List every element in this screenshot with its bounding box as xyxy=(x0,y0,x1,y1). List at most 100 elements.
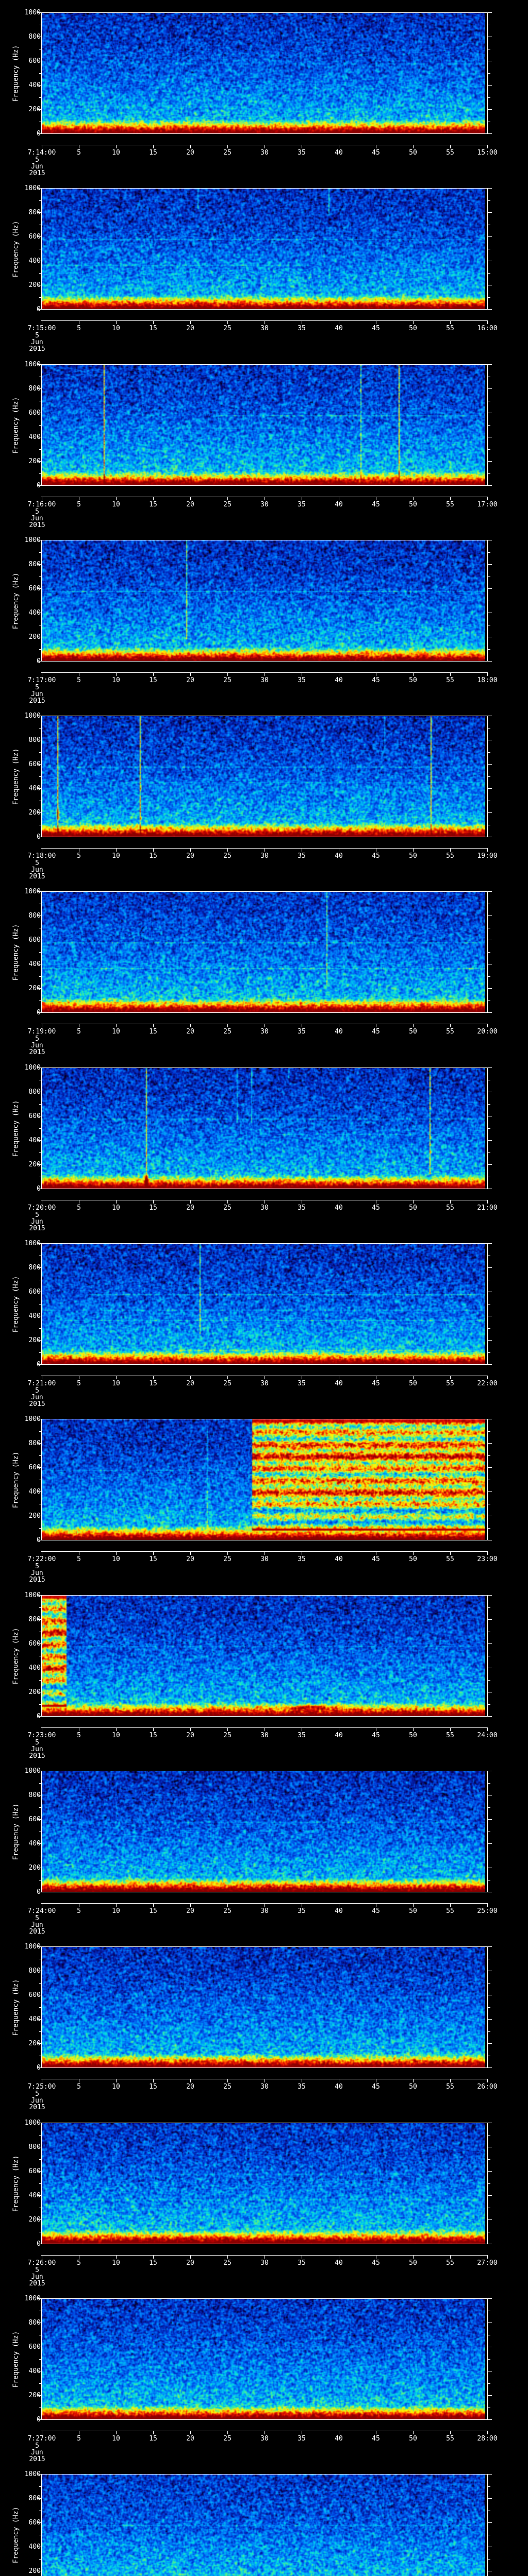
x-tick xyxy=(227,849,228,852)
y-tick-label: 600 xyxy=(28,409,41,417)
y-tick-minor-left xyxy=(39,97,41,98)
y-tick-label: 0 xyxy=(37,1185,41,1193)
y-tick-label: 600 xyxy=(28,1112,41,1120)
plot-border-left xyxy=(41,1595,42,1717)
plot-border-bottom xyxy=(41,2067,488,2068)
plot-border-bottom xyxy=(41,133,488,134)
y-tick-minor-left xyxy=(39,1431,41,1432)
x-tick xyxy=(450,497,451,500)
x-tick xyxy=(450,321,451,324)
x-tick xyxy=(153,1200,154,1204)
plot-border-top xyxy=(41,188,488,189)
y-tick-minor-left xyxy=(39,2559,41,2560)
y-tick-minor-right xyxy=(488,2159,490,2160)
y-tick-minor-right xyxy=(488,2183,490,2184)
y-tick-label: 0 xyxy=(37,2240,41,2248)
y-tick-label: 0 xyxy=(37,1536,41,1544)
x-tick xyxy=(227,2431,228,2434)
y-tick-label: 400 xyxy=(28,1137,41,1144)
y-tick-label: 1000 xyxy=(24,2119,41,2127)
y-tick-major-right xyxy=(488,2298,492,2299)
y-tick-label: 1000 xyxy=(24,712,41,720)
y-tick-major-right xyxy=(488,1643,492,1644)
y-tick-label: 0 xyxy=(37,1009,41,1016)
x-tick xyxy=(116,1552,117,1555)
y-tick-minor-left xyxy=(39,2007,41,2008)
x-tick xyxy=(413,2256,414,2259)
y-tick-minor-left xyxy=(39,2159,41,2160)
x-tick xyxy=(450,145,451,148)
y-tick-major-right xyxy=(488,2195,492,2196)
y-tick-minor-left xyxy=(39,649,41,650)
x-tick xyxy=(450,1904,451,1907)
x-tick xyxy=(190,1904,191,1907)
x-tick xyxy=(487,2431,488,2434)
y-tick-label: 600 xyxy=(28,1464,41,1471)
y-axis-title: Frequency (Hz) xyxy=(12,1803,20,1860)
y-tick-label: 1000 xyxy=(24,9,41,16)
y-tick-major-right xyxy=(488,2067,492,2068)
y-axis-title: Frequency (Hz) xyxy=(12,2155,20,2212)
y-tick-minor-left xyxy=(39,449,41,450)
y-tick-minor-left xyxy=(39,1704,41,1705)
y-tick-minor-right xyxy=(488,473,490,474)
x-tick xyxy=(413,673,414,676)
y-tick-label: 400 xyxy=(28,2367,41,2375)
y-tick-major-right xyxy=(488,388,492,389)
y-tick-minor-right xyxy=(488,1807,490,1808)
y-tick-major-right xyxy=(488,85,492,86)
x-tick xyxy=(153,1024,154,1027)
y-tick-label: 400 xyxy=(28,2192,41,2199)
x-tick xyxy=(190,145,191,148)
x-tick xyxy=(450,849,451,852)
spectrogram-canvas xyxy=(42,540,485,661)
x-tick xyxy=(450,1552,451,1555)
y-tick-minor-right xyxy=(488,1104,490,1105)
y-tick-minor-right xyxy=(488,1328,490,1329)
x-tick xyxy=(413,497,414,500)
y-tick-major-right xyxy=(488,788,492,789)
y-tick-major-right xyxy=(488,12,492,13)
x-tick xyxy=(190,2431,191,2434)
y-tick-label: 200 xyxy=(28,1512,41,1520)
end-time-label: 21:00 xyxy=(477,1204,498,1212)
spectrogram-panel-7:20:00: Frequency (Hz) 1000 800 600 400 200 0 7:20:00 5 1… xyxy=(0,1055,528,1232)
plot-border-top xyxy=(41,1243,488,1244)
x-tick xyxy=(487,1552,488,1555)
x-tick xyxy=(487,1024,488,1027)
x-tick xyxy=(413,2079,414,2082)
y-tick-major-right xyxy=(488,2171,492,2172)
y-tick-label: 400 xyxy=(28,433,41,441)
end-time-label: 18:00 xyxy=(477,676,498,684)
y-tick-label: 400 xyxy=(28,609,41,617)
y-tick-label: 1000 xyxy=(24,536,41,544)
x-tick xyxy=(153,1552,154,1555)
y-tick-major-right xyxy=(488,588,492,589)
y-tick-minor-right xyxy=(488,273,490,274)
y-tick-minor-right xyxy=(488,2359,490,2360)
spectrogram-panel-7:22:00: Frequency (Hz) 1000 800 600 400 200 0 7:22:00 5 1… xyxy=(0,1406,528,1583)
y-tick-major-right xyxy=(488,1946,492,1947)
y-tick-label: 0 xyxy=(37,657,41,665)
y-tick-major-right xyxy=(488,309,492,310)
end-time-label: 17:00 xyxy=(477,501,498,509)
y-axis-title: Frequency (Hz) xyxy=(12,45,20,101)
plot-border-left xyxy=(41,364,42,486)
y-tick-major-right xyxy=(488,461,492,462)
y-tick-minor-right xyxy=(488,97,490,98)
y-tick-major-right xyxy=(488,1716,492,1717)
x-tick xyxy=(413,1552,414,1555)
y-tick-minor-right xyxy=(488,2486,490,2487)
spectrogram-panel-7:26:00: Frequency (Hz) 1000 800 600 400 200 0 7:26:00 5 1… xyxy=(0,2110,528,2287)
end-time-label: 20:00 xyxy=(477,1028,498,1036)
y-tick-label: 400 xyxy=(28,1488,41,1496)
y-tick-label: 200 xyxy=(28,633,41,641)
y-tick-minor-right xyxy=(488,649,490,650)
x-tick xyxy=(227,145,228,148)
y-tick-major-right xyxy=(488,188,492,189)
y-tick-major-right xyxy=(488,1443,492,1444)
x-tick xyxy=(450,1728,451,1731)
y-tick-label: 600 xyxy=(28,1816,41,1823)
y-tick-minor-left xyxy=(39,2183,41,2184)
y-tick-label: 0 xyxy=(37,482,41,489)
